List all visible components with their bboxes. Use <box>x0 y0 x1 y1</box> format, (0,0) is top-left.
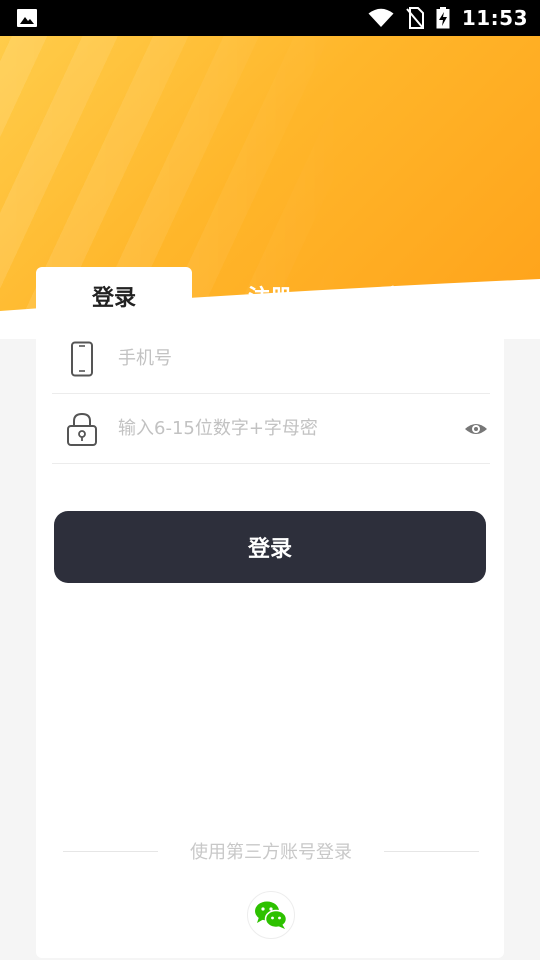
password-input[interactable] <box>118 408 448 449</box>
wechat-icon <box>255 901 288 929</box>
login-screen: 11:53 登录 注册 忘记密码 手机号 登录 使用第三方账号登录 <box>0 0 540 960</box>
phone-input[interactable] <box>118 338 448 379</box>
phone-icon <box>60 339 104 379</box>
divider-right <box>384 851 479 852</box>
battery-charging-icon <box>436 7 450 29</box>
tab-forgot-password[interactable]: 忘记密码 <box>348 267 504 325</box>
lock-icon <box>60 409 104 449</box>
eye-icon[interactable] <box>464 417 488 441</box>
wechat-login-button[interactable] <box>247 891 295 939</box>
tab-login[interactable]: 登录 <box>36 267 192 325</box>
status-time: 11:53 <box>461 6 528 30</box>
status-bar: 11:53 <box>0 0 540 36</box>
phone-row <box>52 324 490 394</box>
password-row <box>52 394 490 464</box>
gallery-icon <box>17 9 37 27</box>
tab-register[interactable]: 注册 <box>192 267 348 325</box>
status-icons: 11:53 <box>368 0 528 36</box>
third-party-label: 使用第三方账号登录 <box>190 842 352 863</box>
login-button[interactable]: 登录 <box>54 511 486 583</box>
no-sim-icon <box>406 7 424 29</box>
wifi-icon <box>368 8 394 27</box>
divider-left <box>63 851 158 852</box>
